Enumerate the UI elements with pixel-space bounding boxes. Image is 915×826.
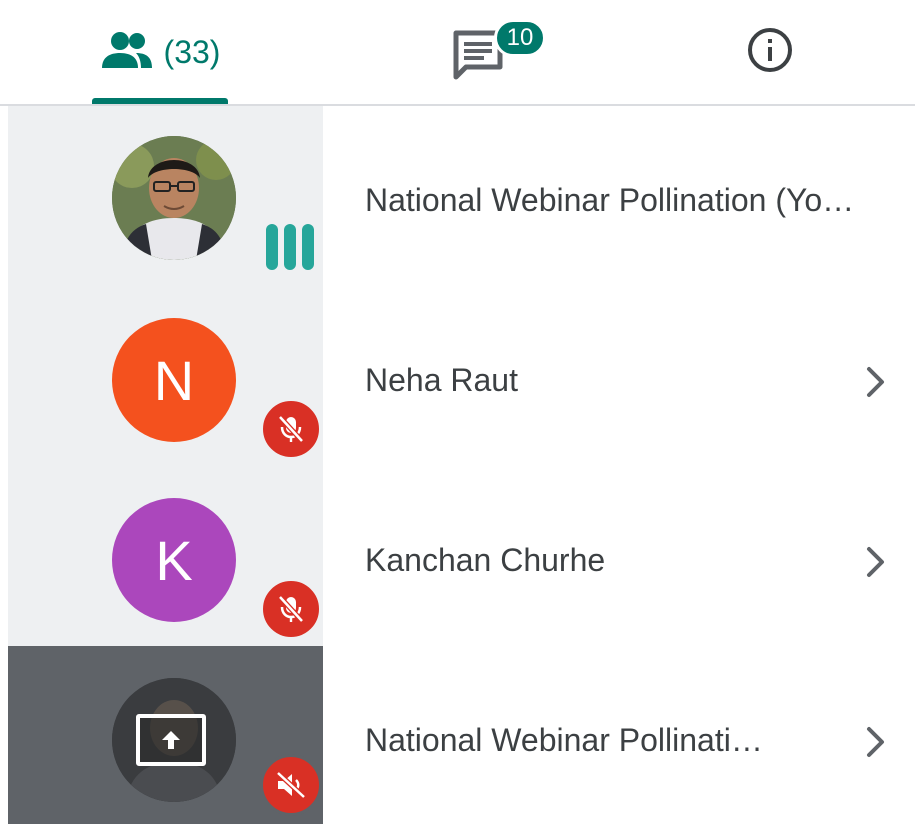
participant-list: National Webinar Pollination (Yo… N Neha… [0,106,915,824]
participant-name: National Webinar Pollinati… [365,722,763,758]
participant-name: Neha Raut [365,362,518,398]
info-icon [746,26,794,79]
chevron-right-icon[interactable] [860,542,892,582]
mic-off-icon [260,578,322,640]
avatar: N [112,318,236,442]
participant-tile [8,646,323,824]
tab-info[interactable] [680,0,860,104]
active-tab-indicator [92,98,228,104]
chat-icon [450,30,506,87]
people-icon [100,30,154,75]
tab-bar: (33) 10 [0,0,915,106]
people-count: (33) [163,33,221,70]
participant-row[interactable]: National Webinar Pollination (Yo… [0,106,915,286]
participant-tile: N [8,286,323,466]
participant-tile [8,106,323,286]
present-screen-icon [136,714,206,766]
volume-off-icon [260,754,322,816]
participant-row[interactable]: N Neha Raut [0,286,915,466]
tab-people[interactable]: (33) [60,0,260,104]
speaking-indicator [266,224,314,270]
avatar: K [112,498,236,622]
mic-off-icon [260,398,322,460]
participant-name: Kanchan Churhe [365,542,606,578]
chevron-right-icon[interactable] [860,362,892,402]
avatar [112,136,236,260]
avatar [112,678,236,802]
chevron-right-icon[interactable] [860,722,892,762]
participant-row[interactable]: National Webinar Pollinati… [0,646,915,826]
chat-unread-badge: 10 [494,19,546,57]
participant-name: National Webinar Pollination (Yo… [365,182,855,218]
tab-chat[interactable]: 10 [380,0,580,104]
participant-tile: K [8,466,323,646]
participant-row[interactable]: K Kanchan Churhe [0,466,915,646]
